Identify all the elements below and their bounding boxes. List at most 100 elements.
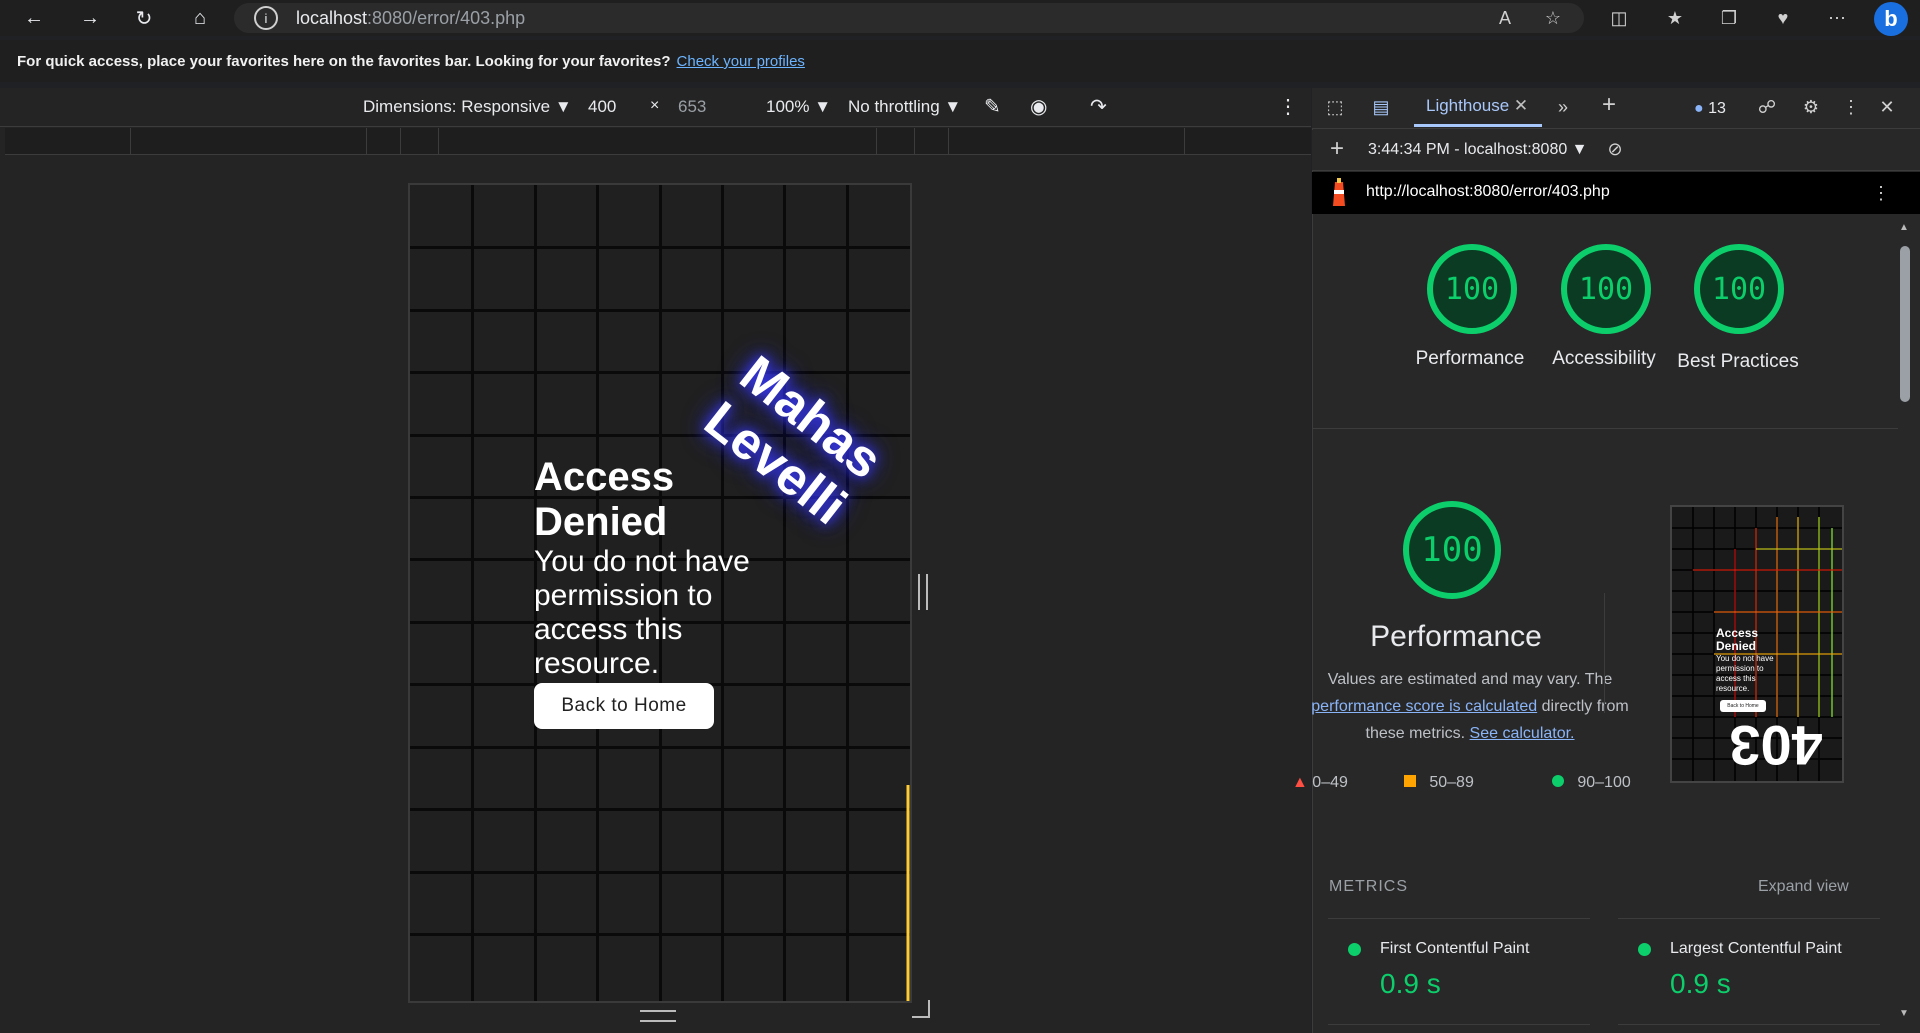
scroll-down-icon[interactable]: ▼ (1899, 1008, 1909, 1019)
rotate-device-icon[interactable]: ↷ (1090, 94, 1107, 119)
ruler-tick (1184, 128, 1185, 154)
browser-essentials-icon[interactable]: ♥ (1768, 3, 1798, 33)
forward-arrow-icon[interactable]: → (74, 3, 106, 33)
ruler-tick (400, 128, 401, 154)
zoom-value: 100% (766, 97, 810, 116)
refresh-icon[interactable]: ↻ (128, 3, 160, 33)
performance-label: Performance (1415, 348, 1525, 369)
metrics-heading: METRICS (1329, 878, 1408, 895)
legend-pass-label: 90–100 (1577, 774, 1631, 791)
issues-counter[interactable]: ● 13 (1694, 100, 1726, 118)
split-screen-icon[interactable]: ◫ (1604, 3, 1634, 33)
metric-divider (1618, 918, 1880, 919)
vision-deficiency-icon[interactable]: ◉ (1030, 94, 1047, 119)
tab-lighthouse[interactable]: Lighthouse ✕ (1416, 96, 1538, 116)
home-icon[interactable]: ⌂ (184, 3, 216, 33)
expand-view-toggle[interactable]: Expand view (1758, 878, 1849, 896)
divider-vertical (1604, 593, 1605, 713)
collections-icon[interactable]: ❐ (1714, 3, 1744, 33)
legend-fail-label: 0–49 (1312, 774, 1348, 791)
accessibility-label: Accessibility (1552, 348, 1656, 369)
report-url: http://localhost:8080/error/403.php (1366, 183, 1610, 200)
inspect-element-icon[interactable]: ⬚ (1320, 92, 1350, 122)
resize-handle-bottom[interactable] (640, 1010, 676, 1022)
metric-divider (1618, 1024, 1880, 1025)
pass-dot-icon (1638, 943, 1651, 956)
dimensions-label: Dimensions: Responsive (363, 97, 551, 116)
devtools-menu-icon[interactable]: ⋮ (1836, 92, 1866, 122)
metric-divider (1328, 1024, 1590, 1025)
url-text[interactable]: localhost:8080/error/403.php (296, 8, 525, 29)
url-path: :8080/error/403.php (367, 8, 526, 28)
device-toolbar-toggle-icon[interactable]: ▤ (1366, 92, 1396, 122)
connections-icon[interactable]: ☍ (1752, 92, 1782, 122)
square-icon (1404, 775, 1416, 787)
performance-main-gauge: 100 (1403, 501, 1501, 599)
thumbnail-403: 403 (1729, 714, 1823, 777)
media-query-ruler[interactable] (5, 128, 1311, 155)
close-tab-icon[interactable]: ✕ (1514, 96, 1528, 115)
metric-divider (1328, 918, 1590, 919)
check-profiles-link[interactable]: Check your profiles (677, 53, 805, 70)
back-arrow-icon[interactable]: ← (18, 3, 50, 33)
page-title: Access Denied (534, 455, 674, 545)
legend-pass: 90–100 (1552, 774, 1631, 792)
page-screenshot-thumbnail[interactable]: Access Denied You do not have permission… (1670, 505, 1844, 783)
metric-fcp-value: 0.9 s (1380, 968, 1441, 999)
title-line-1: Access (534, 455, 675, 499)
settings-gear-icon[interactable]: ⚙ (1796, 92, 1826, 122)
divider (1312, 428, 1902, 429)
device-toolbar-more-icon[interactable]: ⋮ (1278, 94, 1298, 119)
width-input[interactable]: 400 (588, 97, 616, 117)
legend-fail: ▲ 0–49 (1292, 774, 1348, 792)
desc-text-1: Values are estimated and may vary. The (1327, 671, 1613, 688)
ruler-tick (876, 128, 877, 154)
issues-count: 13 (1708, 100, 1726, 117)
pass-dot-icon (1348, 943, 1361, 956)
resize-corner-icon[interactable] (912, 1000, 930, 1018)
accessibility-gauge[interactable]: 100 (1561, 244, 1651, 334)
dimensions-dropdown[interactable]: Dimensions: Responsive ▼ (363, 97, 572, 117)
thumbnail-button: Back to Home (1720, 700, 1766, 712)
back-to-home-button[interactable]: Back to Home (534, 683, 714, 729)
zoom-dropdown[interactable]: 100% ▼ (766, 97, 831, 117)
scroll-up-icon[interactable]: ▲ (1899, 222, 1909, 233)
more-tabs-icon[interactable]: » (1548, 92, 1578, 122)
url-host: localhost (296, 8, 368, 28)
ruler-tick (438, 128, 439, 154)
new-report-icon[interactable]: + (1322, 134, 1352, 164)
close-devtools-icon[interactable]: ✕ (1872, 92, 1902, 122)
thumbnail-message: You do not have permission to access thi… (1716, 654, 1774, 693)
read-aloud-icon[interactable]: A (1490, 3, 1520, 33)
ruler-tick (914, 128, 915, 154)
add-tab-icon[interactable]: + (1594, 90, 1624, 120)
favorites-icon[interactable]: ★ (1660, 3, 1690, 33)
see-calculator-link[interactable]: See calculator. (1470, 725, 1575, 742)
more-menu-icon[interactable]: ⋯ (1822, 3, 1852, 33)
clear-reports-icon[interactable]: ⊘ (1600, 134, 1630, 164)
report-selector[interactable]: 3:44:34 PM - localhost:8080 ▼ (1368, 141, 1588, 159)
metric-lcp-name: Largest Contentful Paint (1670, 940, 1842, 957)
metric-fcp-name: First Contentful Paint (1380, 940, 1530, 957)
site-info-icon[interactable]: i (254, 6, 278, 30)
bing-copilot-icon[interactable]: b (1874, 2, 1908, 36)
favorites-bar-text: For quick access, place your favorites h… (17, 53, 805, 70)
report-menu-icon[interactable]: ⋮ (1866, 178, 1896, 208)
best-practices-gauge[interactable]: 100 (1694, 244, 1784, 334)
scrollbar-thumb[interactable] (1900, 246, 1910, 402)
resize-handle-right[interactable] (918, 574, 928, 610)
ruler-tick (366, 128, 367, 154)
favorite-star-icon[interactable]: ☆ (1538, 3, 1568, 33)
performance-section-title: Performance (1370, 620, 1542, 653)
report-time: 3:44:34 PM - localhost:8080 (1368, 141, 1568, 158)
score-calculated-link[interactable]: performance score is calculated (1311, 698, 1537, 715)
circle-icon (1552, 775, 1564, 787)
performance-gauge[interactable]: 100 (1427, 244, 1517, 334)
ruler-tick (948, 128, 949, 154)
ruler-tick (130, 128, 131, 154)
best-practices-label: Best Practices (1677, 351, 1799, 372)
throttling-dropdown[interactable]: No throttling ▼ (848, 97, 961, 117)
title-line-2: Denied (534, 500, 668, 544)
eyedropper-icon[interactable]: ✎ (984, 94, 1001, 119)
height-input[interactable]: 653 (678, 97, 706, 117)
